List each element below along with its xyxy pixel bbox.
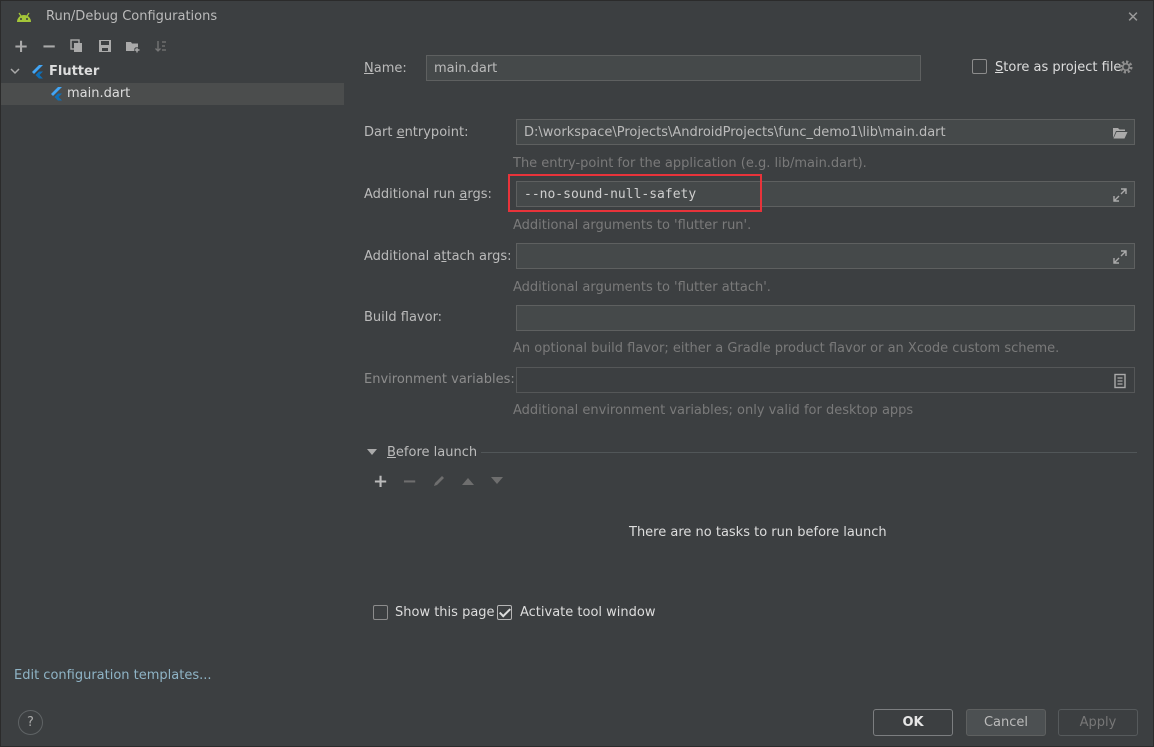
show-this-page-checkbox[interactable]: [373, 605, 388, 620]
env-vars-label: Environment variables:: [364, 372, 515, 387]
run-args-value: --no-sound-null-safety: [524, 186, 697, 202]
flutter-icon: [51, 87, 62, 101]
entrypoint-input[interactable]: D:\workspace\Projects\AndroidProjects\fu…: [516, 119, 1135, 145]
document-icon[interactable]: [1112, 373, 1128, 389]
sort-icon: [155, 41, 166, 52]
entrypoint-value: D:\workspace\Projects\AndroidProjects\fu…: [524, 124, 946, 140]
tree-item-label: main.dart: [67, 86, 131, 101]
run-debug-dialog: Run/Debug Configurations ✕ + − Flutter m…: [0, 0, 1154, 747]
build-flavor-label: Build flavor:: [364, 310, 443, 325]
cancel-button[interactable]: Cancel: [966, 709, 1046, 736]
expand-icon[interactable]: [1112, 249, 1128, 265]
activate-tool-window-checkbox[interactable]: [497, 605, 512, 620]
panel-divider: [344, 35, 345, 695]
help-button[interactable]: ?: [18, 710, 43, 735]
remove-task-button[interactable]: −: [398, 470, 421, 492]
add-task-button[interactable]: +: [369, 470, 392, 492]
entrypoint-hint: The entry-point for the application (e.g…: [513, 156, 867, 171]
ok-button[interactable]: OK: [873, 709, 953, 736]
store-as-project-file-checkbox[interactable]: [972, 59, 987, 74]
window-title: Run/Debug Configurations: [46, 9, 218, 24]
new-folder-button[interactable]: [119, 35, 147, 57]
tree-group-label: Flutter: [49, 64, 100, 79]
edit-templates-link[interactable]: Edit configuration templates...: [14, 668, 212, 683]
before-launch-title[interactable]: Before launch: [387, 445, 477, 460]
plus-icon: +: [13, 35, 29, 57]
tree-group-flutter[interactable]: Flutter: [1, 61, 344, 83]
attach-args-input[interactable]: [516, 243, 1135, 269]
plus-icon: +: [372, 470, 389, 492]
build-flavor-hint: An optional build flavor; either a Gradl…: [513, 341, 1060, 356]
arrow-up-icon: [461, 478, 474, 485]
store-as-project-file-label: Store as project file: [995, 60, 1122, 75]
env-vars-input[interactable]: [516, 367, 1135, 393]
config-toolbar: + −: [7, 35, 175, 57]
move-down-button[interactable]: [485, 470, 508, 492]
run-args-input[interactable]: --no-sound-null-safety: [516, 181, 1135, 207]
env-vars-hint: Additional environment variables; only v…: [513, 403, 914, 418]
help-icon: ?: [27, 715, 34, 730]
minus-icon: −: [401, 470, 418, 492]
folder-plus-icon: [126, 42, 140, 53]
collapse-icon[interactable]: [367, 449, 377, 457]
name-input[interactable]: main.dart: [426, 55, 921, 81]
run-args-hint: Additional arguments to 'flutter run'.: [513, 218, 752, 233]
before-launch-toolbar: + −: [369, 470, 508, 492]
folder-open-icon[interactable]: [1112, 125, 1128, 141]
edit-task-button[interactable]: [427, 470, 450, 492]
attach-args-label: Additional attach args:: [364, 249, 512, 264]
show-this-page-label: Show this page: [395, 605, 495, 620]
gear-icon[interactable]: [1118, 59, 1134, 75]
expand-icon[interactable]: [1112, 187, 1128, 203]
name-label: Name:: [364, 61, 407, 76]
attach-args-hint: Additional arguments to 'flutter attach'…: [513, 280, 771, 295]
config-tree: Flutter main.dart: [1, 59, 344, 659]
remove-config-button[interactable]: −: [35, 35, 63, 57]
close-button[interactable]: ✕: [1125, 9, 1141, 25]
run-args-label: Additional run args:: [364, 187, 492, 202]
add-config-button[interactable]: +: [7, 35, 35, 57]
copy-config-button[interactable]: [63, 35, 91, 57]
save-icon: [99, 40, 111, 52]
tree-item-main-dart[interactable]: main.dart: [1, 83, 344, 105]
save-config-button[interactable]: [91, 35, 119, 57]
name-value: main.dart: [434, 60, 498, 76]
android-icon: [17, 12, 31, 22]
flutter-icon: [32, 65, 43, 79]
section-divider: [481, 452, 1137, 453]
pencil-icon: [433, 476, 444, 486]
copy-icon: [70, 39, 82, 52]
move-up-button[interactable]: [456, 470, 479, 492]
title-bar: Run/Debug Configurations ✕: [1, 1, 1153, 33]
activate-tool-window-label: Activate tool window: [520, 605, 656, 620]
close-icon: ✕: [1126, 8, 1140, 26]
before-launch-empty-message: There are no tasks to run before launch: [629, 525, 887, 540]
chevron-down-icon[interactable]: [9, 65, 21, 77]
arrow-down-icon: [490, 477, 503, 484]
entrypoint-label: Dart entrypoint:: [364, 125, 469, 140]
sort-button[interactable]: [147, 35, 175, 57]
apply-button[interactable]: Apply: [1058, 709, 1138, 736]
build-flavor-input[interactable]: [516, 305, 1135, 331]
minus-icon: −: [41, 35, 57, 57]
